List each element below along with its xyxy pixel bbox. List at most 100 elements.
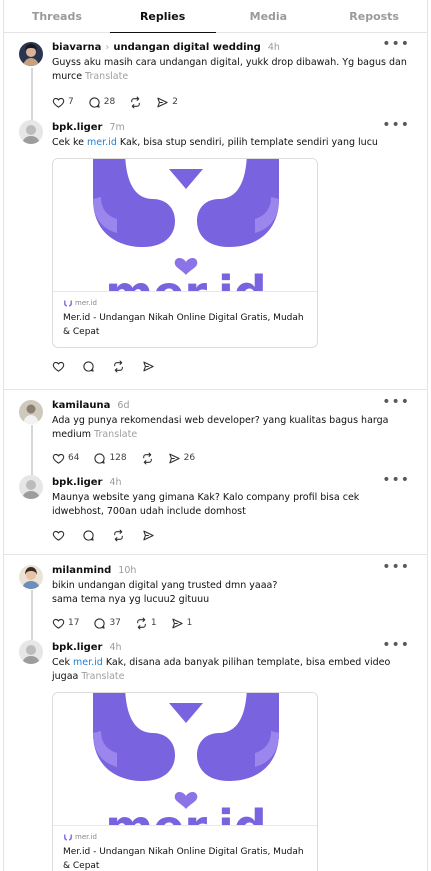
translate-link[interactable]: Translate (81, 671, 124, 682)
mer-id-logo-icon (63, 834, 73, 841)
thread-item: ••• biavarna › undangan digital wedding … (4, 33, 427, 390)
reply-button[interactable]: 28 (88, 96, 115, 109)
reply-post: ••• bpk.liger 4h Cek mer.id Kak, disana … (4, 634, 427, 871)
link-preview-image (53, 693, 317, 826)
avatar[interactable] (19, 42, 43, 66)
repost-button[interactable] (112, 360, 125, 373)
tab-replies[interactable]: Replies (109, 0, 216, 33)
more-options-icon[interactable]: ••• (382, 395, 410, 409)
translate-link[interactable]: Translate (94, 429, 137, 440)
link-preview-image (53, 159, 317, 292)
mer-id-logo-icon (63, 300, 73, 307)
share-icon (142, 360, 155, 373)
original-post: ••• biavarna › undangan digital wedding … (4, 33, 427, 114)
translate-link[interactable]: Translate (85, 71, 128, 82)
heart-icon (52, 96, 65, 109)
like-button[interactable] (52, 529, 65, 542)
timestamp: 4h (267, 41, 280, 53)
share-button[interactable]: 26 (168, 452, 195, 465)
more-options-icon[interactable]: ••• (382, 37, 410, 51)
share-button[interactable] (142, 360, 155, 373)
repost-count: 1 (150, 618, 157, 628)
comment-icon (93, 617, 106, 630)
username[interactable]: bpk.liger (52, 122, 103, 133)
avatar[interactable] (19, 640, 43, 664)
avatar[interactable] (19, 120, 43, 144)
username[interactable]: bpk.liger (52, 642, 103, 653)
repost-icon (129, 96, 142, 109)
post-text-line: bikin undangan digital yang trusted dmn … (52, 580, 278, 591)
like-count: 7 (68, 97, 74, 107)
reply-text: Cek ke mer.id Kak, bisa stup sendiri, pi… (52, 136, 411, 150)
reply-text-before: Cek ke (52, 137, 88, 148)
avatar[interactable] (19, 565, 43, 589)
reply-count: 37 (109, 618, 121, 628)
share-icon (171, 617, 184, 630)
more-options-icon[interactable]: ••• (382, 560, 410, 574)
heart-icon (52, 617, 65, 630)
more-options-icon[interactable]: ••• (382, 473, 410, 487)
link-domain-text: mer.id (75, 833, 97, 841)
avatar[interactable] (19, 400, 43, 424)
reply-button[interactable]: 128 (93, 452, 127, 465)
comment-icon (82, 360, 95, 373)
reply-text-before: Cek (52, 657, 73, 668)
avatar[interactable] (19, 475, 43, 499)
comment-icon (93, 452, 106, 465)
reply-button[interactable]: 37 (93, 617, 121, 630)
username[interactable]: kamilauna (52, 400, 110, 411)
reply-count: 28 (103, 97, 116, 107)
link-preview-card[interactable]: mer.id Mer.id - Undangan Nikah Online Di… (52, 158, 318, 348)
share-button[interactable]: 1 (171, 617, 192, 630)
comment-icon (88, 96, 101, 109)
reply-text: Cek mer.id Kak, disana ada banyak piliha… (52, 656, 411, 684)
link-title: Mer.id - Undangan Nikah Online Digital G… (63, 847, 304, 871)
share-button[interactable] (142, 529, 155, 542)
timestamp: 7m (109, 121, 125, 133)
share-count: 2 (172, 97, 178, 107)
more-options-icon[interactable]: ••• (382, 118, 410, 132)
reply-count: 128 (109, 453, 127, 463)
mer-id-link[interactable]: mer.id (73, 657, 103, 668)
username[interactable]: milanmind (52, 565, 111, 576)
post-actions: 17 37 1 1 (52, 611, 411, 635)
link-domain: mer.id (63, 833, 307, 841)
share-icon (156, 96, 169, 109)
reply-post: ••• bpk.liger 7m Cek ke mer.id Kak, bisa… (4, 114, 427, 378)
like-button[interactable] (52, 360, 65, 373)
reply-button[interactable] (82, 529, 95, 542)
repost-button[interactable]: 1 (135, 617, 157, 630)
repost-icon (112, 529, 125, 542)
tab-media[interactable]: Media (216, 0, 322, 32)
reply-button[interactable] (82, 360, 95, 373)
like-button[interactable]: 17 (52, 617, 79, 630)
share-button[interactable]: 2 (156, 96, 178, 109)
username[interactable]: biavarna (52, 42, 101, 53)
repost-button[interactable] (141, 452, 154, 465)
repost-button[interactable] (129, 96, 142, 109)
tab-threads[interactable]: Threads (4, 0, 110, 32)
reply-actions (52, 523, 411, 547)
topic-tag[interactable]: undangan digital wedding (113, 42, 260, 53)
like-button[interactable]: 7 (52, 96, 74, 109)
more-options-icon[interactable]: ••• (382, 638, 410, 652)
link-preview-card[interactable]: mer.id Mer.id - Undangan Nikah Online Di… (52, 692, 318, 871)
repost-button[interactable] (112, 529, 125, 542)
username[interactable]: bpk.liger (52, 477, 103, 488)
tab-reposts[interactable]: Reposts (321, 0, 427, 32)
like-button[interactable]: 64 (52, 452, 79, 465)
timestamp: 4h (109, 476, 122, 488)
timestamp: 6d (117, 399, 130, 411)
comment-icon (82, 529, 95, 542)
share-icon (168, 452, 181, 465)
post-text: bikin undangan digital yang trusted dmn … (52, 579, 411, 607)
mer-id-link[interactable]: mer.id (87, 137, 117, 148)
link-domain-text: mer.id (75, 299, 97, 307)
timestamp: 4h (109, 641, 122, 653)
thread-item: ••• milanmind 10h bikin undangan digital… (4, 555, 427, 871)
share-count: 26 (183, 453, 196, 463)
reply-text: Maunya website yang gimana Kak? Kalo com… (52, 492, 360, 517)
repost-icon (135, 617, 148, 630)
repost-icon (112, 360, 125, 373)
link-title: Mer.id - Undangan Nikah Online Digital G… (63, 313, 304, 337)
